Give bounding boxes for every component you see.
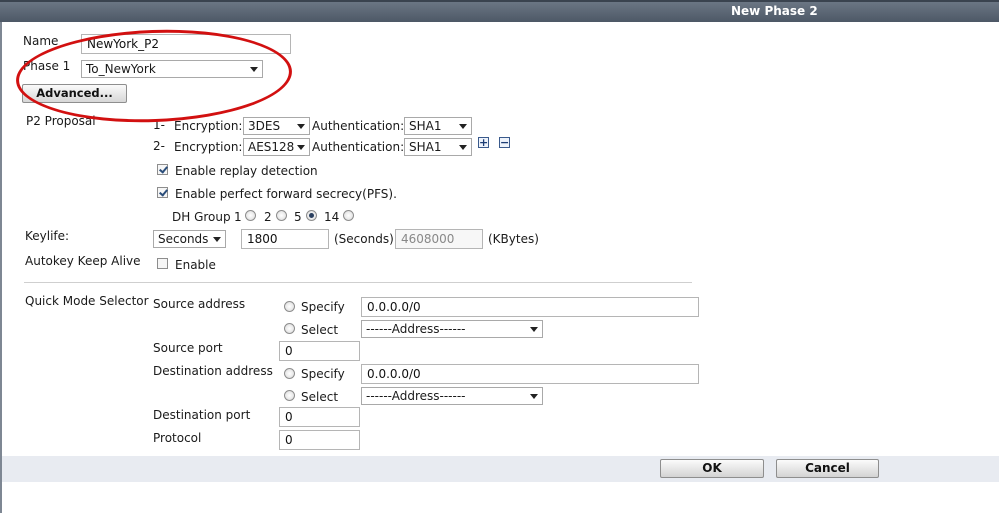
dh-option-label: 14	[324, 210, 340, 224]
minus-box-icon[interactable]: −	[499, 137, 510, 148]
kbytes-unit-label: (KBytes)	[488, 232, 539, 246]
encryption-label: Encryption:	[174, 119, 243, 133]
plus-box-icon[interactable]: +	[478, 137, 489, 148]
dh-group-5-radio[interactable]	[306, 210, 317, 221]
destination-specify-label: Specify	[301, 367, 345, 381]
seconds-unit-label: (Seconds)	[334, 232, 394, 246]
authentication-label: Authentication:	[312, 140, 405, 154]
dh-option-label: 5	[294, 210, 302, 224]
name-label: Name	[23, 34, 59, 48]
source-address-input[interactable]: 0.0.0.0/0	[361, 297, 699, 317]
destination-port-label: Destination port	[153, 408, 251, 422]
dh-option-label: 2	[264, 210, 272, 224]
authentication-select-1-value: SHA1	[409, 119, 442, 133]
destination-port-input[interactable]: 0	[279, 407, 360, 427]
chevron-down-icon	[530, 327, 538, 332]
source-address-select[interactable]: ------Address------	[361, 320, 543, 338]
autokey-enable-label: Enable	[175, 258, 216, 272]
chevron-down-icon	[297, 124, 305, 129]
destination-address-label: Destination address	[153, 364, 273, 378]
left-border	[0, 22, 2, 513]
dialog-title: New Phase 2	[731, 4, 818, 18]
encryption-select-2-value: AES128	[248, 140, 295, 154]
source-select-radio[interactable]	[284, 323, 295, 334]
destination-address-select-value: ------Address------	[366, 389, 466, 403]
authentication-label: Authentication:	[312, 119, 405, 133]
chevron-down-icon	[297, 145, 305, 150]
encryption-label: Encryption:	[174, 140, 243, 154]
encryption-select-1[interactable]: 3DES	[243, 117, 310, 135]
destination-select-radio[interactable]	[284, 390, 295, 401]
chevron-down-icon	[459, 124, 467, 129]
source-address-label: Source address	[153, 297, 246, 311]
keylife-label: Keylife:	[25, 229, 70, 243]
protocol-label: Protocol	[153, 431, 202, 445]
dh-group-14-radio[interactable]	[343, 210, 354, 221]
dh-group-1-radio[interactable]	[245, 210, 256, 221]
destination-address-input[interactable]: 0.0.0.0/0	[361, 364, 699, 384]
chevron-down-icon	[530, 394, 538, 399]
section-divider	[24, 282, 692, 283]
authentication-select-2-value: SHA1	[409, 140, 442, 154]
destination-address-select[interactable]: ------Address------	[361, 387, 543, 405]
dh-group-2-radio[interactable]	[276, 210, 287, 221]
authentication-select-2[interactable]: SHA1	[404, 138, 472, 156]
source-select-label: Select	[301, 323, 339, 337]
keylife-seconds-input[interactable]: 1800	[241, 229, 329, 249]
dh-group-label: DH Group	[172, 210, 231, 224]
source-specify-label: Specify	[301, 300, 345, 314]
source-port-label: Source port	[153, 341, 223, 355]
keylife-unit-value: Seconds	[158, 232, 209, 246]
autokey-checkbox[interactable]	[157, 258, 168, 269]
chevron-down-icon	[213, 237, 221, 242]
ok-button[interactable]: OK	[660, 459, 764, 478]
pfs-label: Enable perfect forward secrecy(PFS).	[175, 187, 397, 201]
keylife-kbytes-input[interactable]: 4608000	[395, 229, 483, 249]
dh-option-label: 1	[234, 210, 242, 224]
chevron-down-icon	[459, 145, 467, 150]
replay-detection-checkbox[interactable]	[157, 164, 168, 175]
encryption-select-2[interactable]: AES128	[243, 138, 310, 156]
pfs-checkbox[interactable]	[157, 187, 168, 198]
destination-select-label: Select	[301, 390, 339, 404]
autokey-label: Autokey Keep Alive	[25, 254, 141, 268]
protocol-input[interactable]: 0	[279, 430, 360, 450]
dialog-title-bar: New Phase 2	[0, 0, 999, 22]
cancel-button[interactable]: Cancel	[776, 459, 879, 478]
keylife-unit-select[interactable]: Seconds	[153, 230, 226, 248]
proposal-row-index: 2-	[153, 139, 165, 153]
source-address-select-value: ------Address------	[366, 322, 466, 336]
source-port-input[interactable]: 0	[279, 341, 360, 361]
destination-specify-radio[interactable]	[284, 368, 295, 379]
quick-mode-label: Quick Mode Selector	[25, 294, 149, 308]
encryption-select-1-value: 3DES	[248, 119, 281, 133]
replay-detection-label: Enable replay detection	[175, 164, 318, 178]
authentication-select-1[interactable]: SHA1	[404, 117, 472, 135]
source-specify-radio[interactable]	[284, 301, 295, 312]
